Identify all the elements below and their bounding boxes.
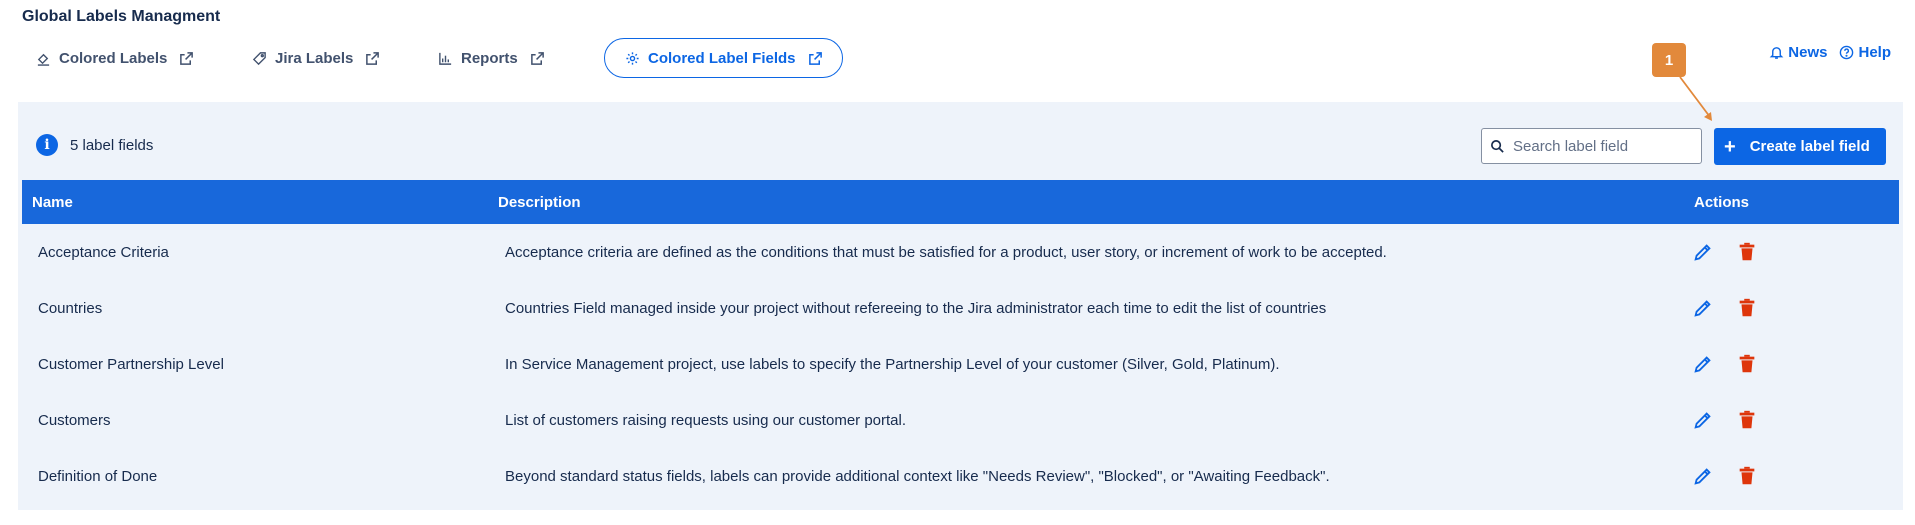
trash-icon — [1739, 298, 1755, 317]
table-row: Customers List of customers raising requ… — [22, 392, 1899, 448]
annotation-arrow — [1679, 76, 1712, 121]
row-description: In Service Management project, use label… — [505, 355, 1280, 373]
table-header: Name Description Actions — [22, 180, 1899, 224]
plus-icon: + — [1724, 135, 1736, 158]
annotation-badge: 1 — [1652, 43, 1686, 77]
edit-button[interactable] — [1690, 463, 1716, 489]
delete-button[interactable] — [1734, 239, 1760, 265]
trash-icon — [1739, 466, 1755, 485]
row-name: Countries — [38, 299, 103, 317]
row-actions — [1690, 239, 1760, 265]
edit-button[interactable] — [1690, 239, 1716, 265]
external-link-icon — [808, 51, 822, 65]
trash-icon — [1739, 410, 1755, 429]
bell-icon — [1769, 47, 1784, 59]
external-link-icon — [180, 51, 194, 65]
paint-bucket-icon — [37, 53, 50, 66]
news-label: News — [1788, 44, 1828, 61]
search-icon — [1491, 139, 1504, 153]
label-count: i 5 label fields — [36, 134, 153, 156]
row-actions — [1690, 295, 1760, 321]
create-button-label: Create label field — [1749, 138, 1870, 155]
create-label-field-button[interactable]: + Create label field — [1714, 128, 1886, 165]
table-row: Definition of Done Beyond standard statu… — [22, 448, 1899, 504]
search-input[interactable] — [1513, 137, 1683, 155]
label-fields-panel: i 5 label fields + Create label field Na… — [18, 102, 1903, 510]
label-fields-table: Name Description Actions Acceptance Crit… — [22, 180, 1899, 504]
delete-button[interactable] — [1734, 351, 1760, 377]
help-label: Help — [1858, 44, 1891, 61]
header-links: News Help — [1769, 44, 1891, 61]
edit-button[interactable] — [1690, 407, 1716, 433]
tab-label: Jira Labels — [275, 49, 354, 67]
row-description: Acceptance criteria are defined as the c… — [505, 243, 1387, 261]
nav-tabs: Colored Labels Jira Labels Reports Color… — [22, 36, 843, 80]
column-header-name: Name — [32, 193, 73, 211]
search-box[interactable] — [1481, 128, 1702, 164]
count-text: 5 label fields — [70, 136, 154, 154]
column-header-description: Description — [498, 193, 581, 211]
pencil-icon — [1694, 300, 1711, 317]
help-circle-icon — [1840, 45, 1854, 60]
tag-icon — [252, 51, 266, 65]
tab-reports[interactable]: Reports — [422, 38, 590, 78]
tab-colored-label-fields[interactable]: Colored Label Fields — [604, 38, 843, 78]
news-link[interactable]: News — [1769, 44, 1827, 61]
edit-button[interactable] — [1690, 295, 1716, 321]
pencil-icon — [1694, 468, 1711, 485]
row-name: Definition of Done — [38, 467, 158, 485]
row-description: Countries Field managed inside your proj… — [505, 299, 1327, 317]
table-row: Countries Countries Field managed inside… — [22, 280, 1899, 336]
edit-button[interactable] — [1690, 351, 1716, 377]
trash-icon — [1739, 242, 1755, 261]
gear-icon — [626, 51, 639, 65]
table-row: Acceptance Criteria Acceptance criteria … — [22, 224, 1899, 280]
row-actions — [1690, 463, 1760, 489]
pencil-icon — [1694, 356, 1711, 373]
row-name: Customer Partnership Level — [38, 355, 224, 373]
tab-label: Colored Label Fields — [648, 49, 796, 67]
page-title: Global Labels Managment — [22, 8, 221, 25]
row-description: List of customers raising requests using… — [505, 411, 907, 429]
tab-label: Reports — [461, 49, 518, 67]
column-header-actions: Actions — [1694, 193, 1750, 211]
pencil-icon — [1694, 244, 1711, 261]
pencil-icon — [1694, 412, 1711, 429]
row-actions — [1690, 351, 1760, 377]
tab-label: Colored Labels — [59, 49, 168, 67]
row-actions — [1690, 407, 1760, 433]
external-link-icon — [530, 51, 544, 65]
row-name: Acceptance Criteria — [38, 243, 169, 261]
row-name: Customers — [38, 411, 111, 429]
help-link[interactable]: Help — [1839, 44, 1891, 61]
table-row: Customer Partnership Level In Service Ma… — [22, 336, 1899, 392]
delete-button[interactable] — [1734, 295, 1760, 321]
delete-button[interactable] — [1734, 463, 1760, 489]
delete-button[interactable] — [1734, 407, 1760, 433]
trash-icon — [1739, 354, 1755, 373]
tab-jira-labels[interactable]: Jira Labels — [236, 38, 422, 78]
tab-colored-labels[interactable]: Colored Labels — [22, 38, 236, 78]
external-link-icon — [366, 51, 380, 65]
bar-chart-icon — [439, 52, 452, 65]
row-description: Beyond standard status fields, labels ca… — [505, 467, 1330, 485]
info-icon: i — [36, 134, 58, 156]
